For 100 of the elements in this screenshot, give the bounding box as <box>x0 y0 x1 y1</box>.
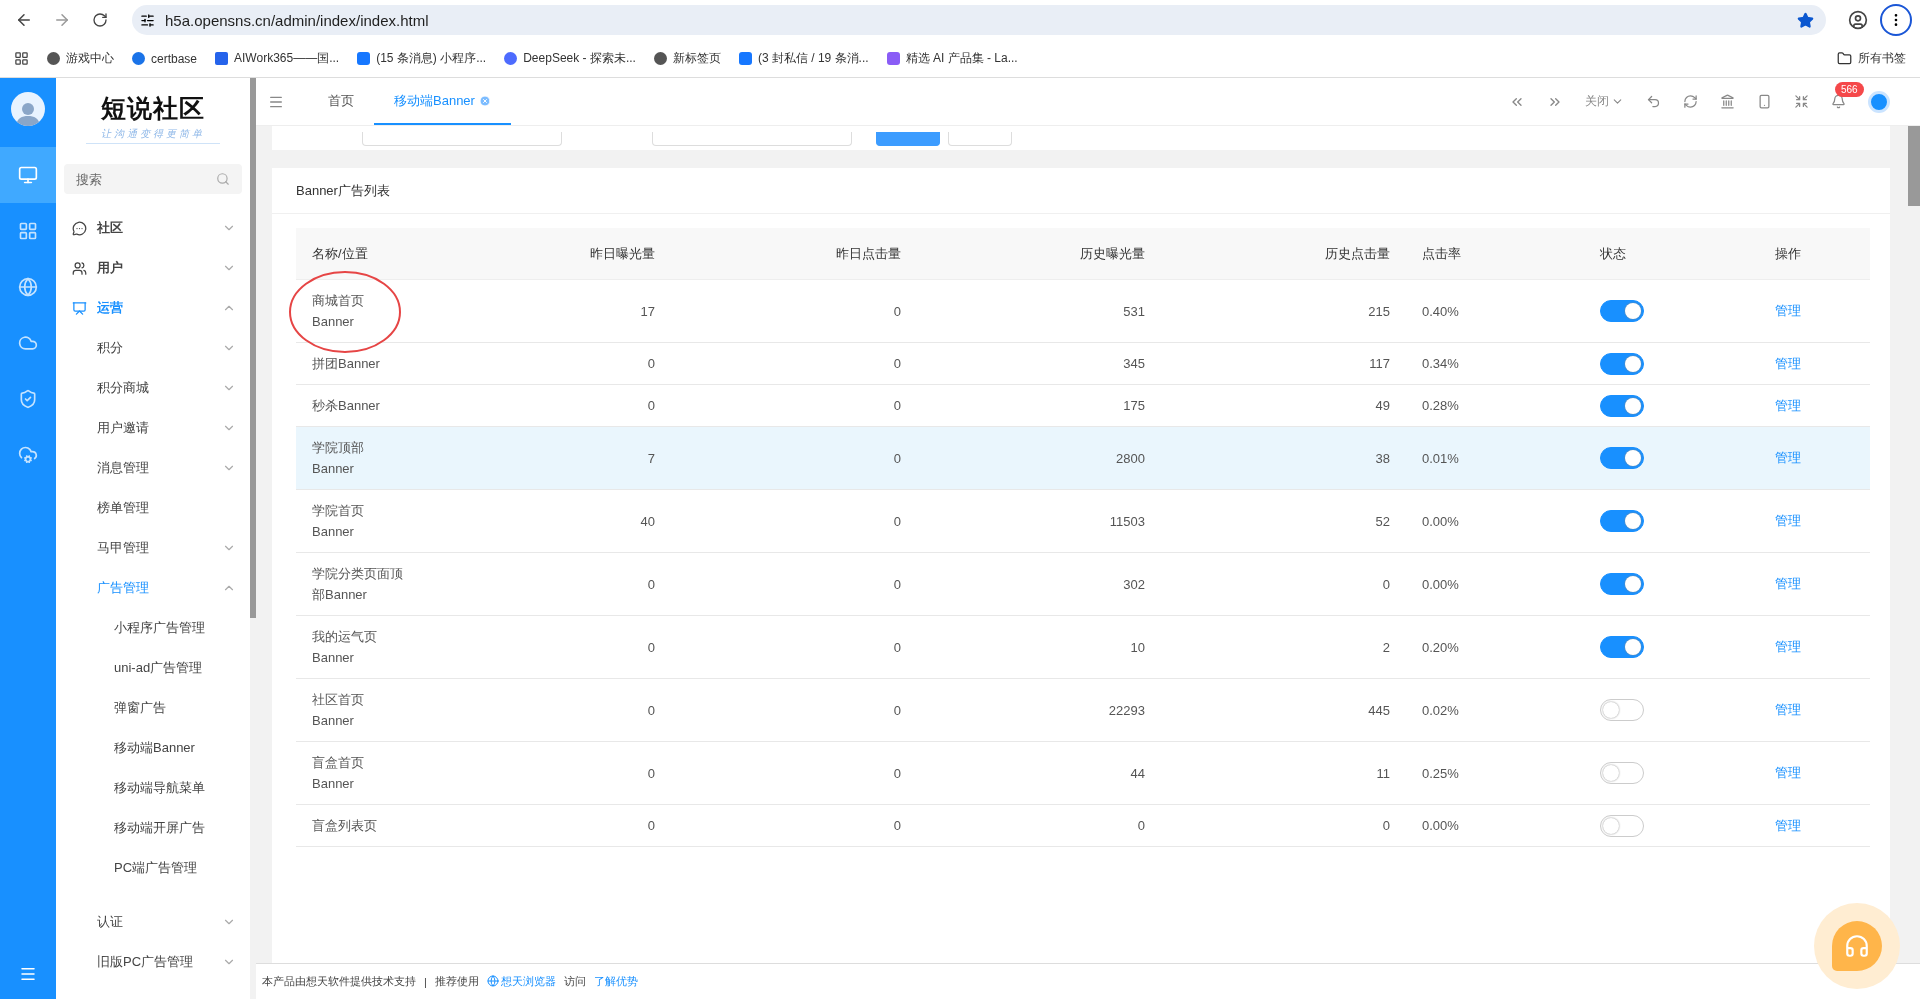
table-cell-text: 0 <box>646 818 656 833</box>
arrow-right-icon <box>53 11 71 29</box>
table-cell-text: 0 <box>646 702 656 718</box>
footer-text: 推荐使用 <box>434 974 479 989</box>
menu-button[interactable] <box>19 965 37 983</box>
status-toggle[interactable] <box>1600 394 1644 417</box>
menu-item[interactable]: 移动端导航菜单 <box>56 768 250 808</box>
table-cell-text: 0 <box>892 639 902 655</box>
bookmark-link[interactable]: certbase <box>132 51 198 66</box>
table-cell-text: 531 <box>1122 303 1146 319</box>
menu-item[interactable]: 用户 <box>56 248 250 288</box>
cloud-gear-icon <box>18 445 38 465</box>
table-cell-text: 0.00% <box>1421 576 1460 592</box>
menu-item[interactable]: 小程序广告管理 <box>56 608 250 648</box>
menu-button[interactable] <box>1880 4 1912 36</box>
table-row[interactable]: 学院顶部Banner 7 0 2800 38 0.01% 管理 <box>296 427 1870 490</box>
url-text: h5a.opensns.cn/admin/index/index.html <box>165 11 430 29</box>
search-field[interactable]: 搜索 <box>64 164 242 194</box>
table-cell-text: 0 <box>892 765 902 781</box>
bookmark-link[interactable]: 新标签页 <box>653 50 721 67</box>
close-dropdown[interactable]: 关闭 <box>1585 93 1624 110</box>
menu-item[interactable]: PC端广告管理 <box>56 848 250 888</box>
user-icon <box>1848 10 1868 30</box>
apps-icon[interactable] <box>14 51 29 66</box>
table-cell-text: 0 <box>892 398 902 413</box>
users-icon <box>72 260 87 276</box>
folder-icon <box>1837 51 1852 66</box>
table-cell-text: 11 <box>1375 765 1391 781</box>
reload-icon <box>92 12 108 28</box>
bookmark-star-icon[interactable] <box>1797 11 1814 29</box>
table-cell-text: 0.01% <box>1421 450 1460 466</box>
menu-item[interactable]: 移动端开屏广告 <box>56 808 250 848</box>
user-avatar[interactable] <box>1868 90 1890 113</box>
bookmark-link[interactable]: AIWork365——国... <box>215 50 340 67</box>
table-cell-text: 0 <box>892 513 902 529</box>
table-cell-text: 49 <box>1374 398 1391 413</box>
status-toggle[interactable] <box>1600 699 1644 721</box>
menu-item[interactable]: 榜单管理 <box>56 488 250 528</box>
rail-button[interactable] <box>0 147 56 203</box>
status-toggle[interactable] <box>1600 814 1644 837</box>
avatar[interactable] <box>11 92 45 126</box>
menu-item[interactable]: 马甲管理 <box>56 528 250 568</box>
shrink-button[interactable] <box>1794 94 1809 109</box>
status-toggle[interactable] <box>1600 352 1644 375</box>
table-cell-text: 22293 <box>1107 702 1146 718</box>
menu-item[interactable]: 认证 <box>56 902 250 942</box>
menu-item[interactable]: 移动端Banner <box>56 728 250 768</box>
presentation-icon <box>72 300 87 316</box>
menu-item[interactable]: 消息管理 <box>56 448 250 488</box>
status-toggle[interactable] <box>1600 573 1644 595</box>
table-cell-text: 117 <box>1368 356 1391 371</box>
favicon-icon <box>738 52 752 65</box>
table-cell-text: 2800 <box>1115 450 1146 466</box>
table-cell-text: 0 <box>1381 818 1391 833</box>
close-icon[interactable] <box>478 94 491 107</box>
menu-item[interactable]: 积分 <box>56 328 250 368</box>
column-header: 操作 <box>1774 244 1802 263</box>
bookmark-link[interactable]: (3 封私信 / 19 条消... <box>738 50 869 67</box>
notification-button[interactable] <box>1831 94 1846 109</box>
input-field[interactable] <box>652 132 852 146</box>
menu-item[interactable]: 弹窗广告 <box>56 688 250 728</box>
bookmark-link[interactable]: (15 条消息) 小程序... <box>357 50 487 67</box>
all-bookmarks-button[interactable]: 所有书签 <box>1837 50 1906 67</box>
tab[interactable]: 首页 <box>308 78 374 125</box>
status-toggle[interactable] <box>1600 447 1644 469</box>
table-cell-text: 我的运气页Banner <box>312 628 378 667</box>
menu-item[interactable]: 用户邀请 <box>56 408 250 448</box>
status-toggle[interactable] <box>1600 510 1644 532</box>
table-cell-text: 学院分类页面顶部Banner <box>312 565 404 604</box>
address-bar[interactable]: h5a.opensns.cn/admin/index/index.html <box>132 5 1826 35</box>
table-cell-text: 175 <box>1122 398 1146 413</box>
scrollbar[interactable] <box>250 78 256 999</box>
bookmark-link[interactable]: DeepSeek - 探索未... <box>504 50 636 67</box>
table-cell-text: 0 <box>646 356 656 371</box>
favicon-icon <box>357 52 371 65</box>
table-cell-text: 学院首页Banner <box>312 502 365 541</box>
tagline: 让沟通变得更简单 <box>86 127 220 144</box>
menu-item[interactable]: 旧版PC广告管理 <box>56 942 250 982</box>
bookmark-link[interactable]: 精选 AI 产品集 - La... <box>886 50 1018 67</box>
bookmark-link[interactable]: 游戏中心 <box>47 50 114 67</box>
table-cell-text: 0 <box>892 702 902 718</box>
input-field[interactable] <box>362 132 562 146</box>
phone-button[interactable] <box>1757 94 1772 109</box>
refresh-button[interactable] <box>1683 94 1698 109</box>
status-toggle[interactable] <box>1600 636 1644 658</box>
refresh-icon <box>1683 94 1698 109</box>
building-button[interactable] <box>1720 94 1735 109</box>
table-cell-text: 40 <box>639 513 656 529</box>
status-toggle[interactable] <box>1600 300 1644 322</box>
table-cell-text: 0 <box>892 356 902 371</box>
table-cell-text: 0.34% <box>1421 356 1460 371</box>
menu-item[interactable]: 社区 <box>56 208 250 248</box>
table-cell-text: 0 <box>1136 818 1146 833</box>
menu-item[interactable]: 积分商城 <box>56 368 250 408</box>
site-settings-icon[interactable] <box>140 12 155 28</box>
table-cell-text: 0.02% <box>1421 702 1460 718</box>
building-icon <box>1720 94 1735 109</box>
status-toggle[interactable] <box>1600 762 1644 784</box>
undo-button[interactable] <box>1646 94 1661 109</box>
menu-item[interactable]: uni-ad广告管理 <box>56 648 250 688</box>
